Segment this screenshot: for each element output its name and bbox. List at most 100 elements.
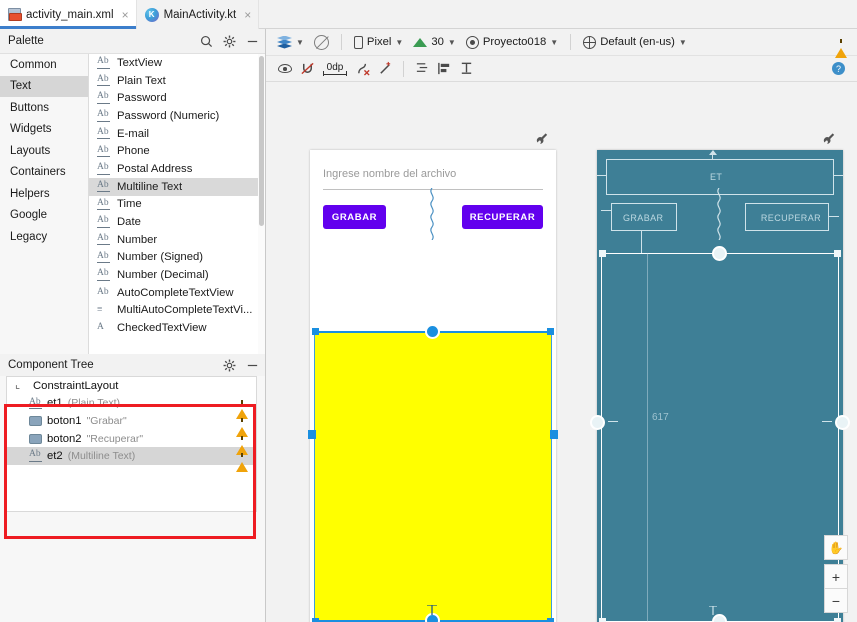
palette-item-checkedtextview[interactable]: A CheckedTextView xyxy=(89,319,265,337)
gear-icon[interactable] xyxy=(222,34,236,48)
tab-activity-main-xml[interactable]: activity_main.xml × xyxy=(0,0,137,29)
guidelines-icon[interactable] xyxy=(411,59,433,79)
api-level-selector[interactable]: 30 ▼ xyxy=(408,32,461,53)
zoom-in-button[interactable]: + xyxy=(824,564,848,589)
gear-icon[interactable] xyxy=(222,358,236,372)
tab-label: activity_main.xml xyxy=(26,8,114,21)
selection-handle-bottom-right[interactable] xyxy=(547,618,554,622)
baseline-icon[interactable] xyxy=(455,59,477,79)
clear-constraints-icon[interactable] xyxy=(352,59,374,79)
show-constraints-icon[interactable] xyxy=(274,59,296,79)
palette-category-helpers[interactable]: Helpers xyxy=(0,183,88,205)
warning-icon[interactable] xyxy=(236,432,248,455)
theme-label: Proyecto018 xyxy=(482,36,547,48)
minimize-icon[interactable] xyxy=(245,358,259,372)
tree-row-boton2[interactable]: boton2 "Recuperar" xyxy=(7,430,256,455)
design-preview-device[interactable]: Ingrese nombre del archivo GRABAR RECUPE… xyxy=(308,150,558,622)
locale-selector[interactable]: Default (en-us) ▼ xyxy=(578,32,692,53)
selection-handle-bottom-left[interactable] xyxy=(312,618,319,622)
blueprint-anchor-left[interactable] xyxy=(590,415,605,430)
tab-mainactivity-kt[interactable]: MainActivity.kt × xyxy=(136,0,260,29)
tree-row-et2[interactable]: Ab et2 (Multiline Text) xyxy=(7,447,256,473)
hint-edittext-et1[interactable]: Ingrese nombre del archivo xyxy=(323,168,543,190)
widget-label: Password xyxy=(117,92,167,105)
palette-item-postal-address[interactable]: Ab Postal Address xyxy=(89,160,265,178)
palette-category-containers[interactable]: Containers xyxy=(0,162,88,184)
blueprint-handle-top-left[interactable] xyxy=(599,250,606,257)
blueprint-handle-bottom-left[interactable] xyxy=(599,618,606,622)
palette-category-buttons[interactable]: Buttons xyxy=(0,97,88,119)
constraint-anchor-top[interactable] xyxy=(425,324,440,339)
recuperar-button[interactable]: RECUPERAR xyxy=(462,205,543,229)
text-icon: Ab xyxy=(29,397,42,410)
button-label: GRABAR xyxy=(331,211,378,223)
scrollbar-thumb[interactable] xyxy=(259,56,264,226)
palette-category-layouts[interactable]: Layouts xyxy=(0,140,88,162)
warning-icon[interactable] xyxy=(236,450,248,473)
minimize-icon[interactable] xyxy=(245,34,259,48)
tree-row-et1[interactable]: Ab et1 (Plain Text) xyxy=(7,395,256,420)
palette-scrollbar[interactable] xyxy=(258,54,265,354)
close-icon[interactable]: × xyxy=(122,9,129,21)
palette-item-autocompletetextview[interactable]: Ab AutoCompleteTextView xyxy=(89,284,265,302)
constraint-squiggle xyxy=(430,188,434,240)
palette-item-textview[interactable]: Ab TextView xyxy=(89,54,265,72)
search-icon[interactable] xyxy=(199,34,213,48)
palette-category-google[interactable]: Google xyxy=(0,205,88,227)
selected-edittext-et2[interactable] xyxy=(314,332,552,621)
toolbar-divider xyxy=(340,34,342,50)
blueprint-handle-top-right[interactable] xyxy=(834,250,841,257)
palette-category-common[interactable]: Common xyxy=(0,54,88,76)
palette-item-number[interactable]: Ab Number xyxy=(89,231,265,249)
design-mode-button[interactable]: ▼ xyxy=(272,32,309,53)
infer-constraints-icon[interactable] xyxy=(374,59,396,79)
palette-item-password[interactable]: Ab Password xyxy=(89,89,265,107)
text-icon: Ab xyxy=(97,233,110,246)
autoconnect-off-icon[interactable] xyxy=(296,59,318,79)
palette-item-plain-text[interactable]: Ab Plain Text xyxy=(89,72,265,90)
warning-icon[interactable] xyxy=(236,397,248,420)
palette-item-number-decimal[interactable]: Ab Number (Decimal) xyxy=(89,266,265,284)
blueprint-selected-et2[interactable] xyxy=(601,253,839,622)
palette-item-password-numeric[interactable]: Ab Password (Numeric) xyxy=(89,107,265,125)
warning-icon[interactable] xyxy=(835,36,847,58)
palette-category-text[interactable]: Text xyxy=(0,75,88,97)
blueprint-config-wrench-icon[interactable] xyxy=(823,130,836,148)
chevron-down-icon: ▼ xyxy=(395,37,404,47)
align-icon[interactable] xyxy=(433,59,455,79)
help-icon[interactable]: ? xyxy=(832,62,845,75)
constraint-anchor-right[interactable] xyxy=(550,430,558,439)
design-config-wrench-icon[interactable] xyxy=(536,130,549,148)
palette-item-email[interactable]: Ab E-mail xyxy=(89,125,265,143)
blueprint-handle-bottom-right[interactable] xyxy=(834,618,841,622)
text-icon: Ab xyxy=(97,269,110,281)
blueprint-toggle-button[interactable] xyxy=(309,32,334,53)
palette-item-multiautocompletetextview[interactable]: ≡ MultiAutoCompleteTextVi... xyxy=(89,302,265,320)
palette-category-legacy[interactable]: Legacy xyxy=(0,226,88,248)
blueprint-anchor-right[interactable] xyxy=(835,415,850,430)
close-icon[interactable]: × xyxy=(244,9,251,21)
palette-item-time[interactable]: Ab Time xyxy=(89,196,265,214)
blueprint-anchor-top[interactable] xyxy=(712,246,727,261)
warning-icon[interactable] xyxy=(236,414,248,437)
palette-category-widgets[interactable]: Widgets xyxy=(0,119,88,141)
palette-item-multiline-text[interactable]: Ab Multiline Text xyxy=(89,177,265,196)
tree-row-constraintlayout[interactable]: ⌞ ConstraintLayout xyxy=(7,377,256,395)
pan-tool-button[interactable]: ✋ xyxy=(824,535,848,560)
tree-node-name: et1 xyxy=(47,397,63,410)
design-surface[interactable]: Ingrese nombre del archivo GRABAR RECUPE… xyxy=(266,82,857,622)
palette-item-date[interactable]: Ab Date xyxy=(89,213,265,231)
zoom-out-button[interactable]: − xyxy=(824,588,848,613)
default-margin-button[interactable]: 0dp xyxy=(318,59,352,79)
palette-item-number-signed[interactable]: Ab Number (Signed) xyxy=(89,249,265,267)
tree-row-boton1[interactable]: boton1 "Grabar" xyxy=(7,412,256,437)
device-selector[interactable]: Pixel ▼ xyxy=(349,32,408,53)
grabar-button[interactable]: GRABAR xyxy=(323,205,386,229)
text-icon: Ab xyxy=(97,145,110,158)
theme-selector[interactable]: Proyecto018 ▼ xyxy=(461,32,563,53)
palette-item-phone[interactable]: Ab Phone xyxy=(89,142,265,160)
selection-handle-top-right[interactable] xyxy=(547,328,554,335)
blueprint-preview-device[interactable]: ET GRABAR RECUPERAR 617 xyxy=(590,150,850,622)
selection-handle-top-left[interactable] xyxy=(312,328,319,335)
constraint-anchor-left[interactable] xyxy=(308,430,316,439)
